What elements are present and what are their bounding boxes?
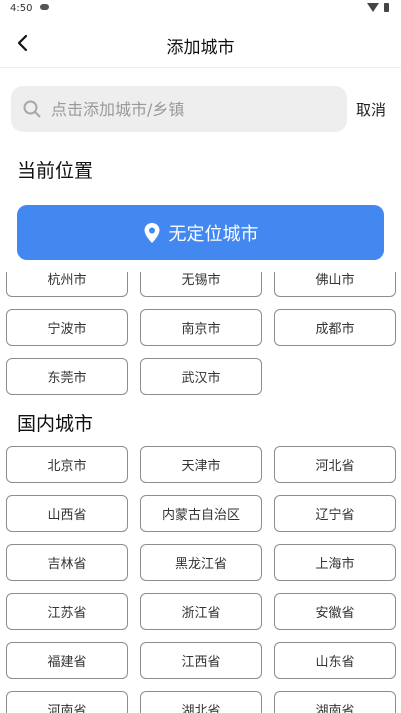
domestic-city-button[interactable]: 江苏省 <box>6 593 128 630</box>
domestic-city-button[interactable]: 天津市 <box>140 446 262 483</box>
domestic-city-button[interactable]: 上海市 <box>274 544 396 581</box>
domestic-city-button[interactable]: 吉林省 <box>6 544 128 581</box>
hot-city-button[interactable]: 成都市 <box>274 309 396 346</box>
domestic-cities-title: 国内城市 <box>17 413 94 435</box>
page-title: 添加城市 <box>166 38 235 58</box>
domestic-city-button[interactable]: 辽宁省 <box>274 495 396 532</box>
domestic-city-button[interactable]: 山西省 <box>6 495 128 532</box>
domestic-city-button[interactable]: 山东省 <box>274 642 396 679</box>
domestic-city-button[interactable]: 江西省 <box>140 642 262 679</box>
search-box[interactable] <box>11 86 347 132</box>
search-row: 取消 <box>0 86 401 132</box>
domestic-city-button[interactable]: 内蒙古自治区 <box>140 495 262 532</box>
locate-button-label: 无定位城市 <box>168 223 259 245</box>
hot-city-button[interactable]: 东莞市 <box>6 358 128 395</box>
hot-city-button[interactable]: 佛山市 <box>274 272 396 297</box>
domestic-cities-area: 北京市 天津市 河北省山西省 内蒙古自治区 辽宁省吉林省 黑龙江省 上海市江苏省 浙江省 安徽省… <box>0 446 401 713</box>
hot-cities-area: 杭州市 无锡市 佛山市宁波市 南京市 成都市东莞市 武汉市 <box>0 272 401 398</box>
search-icon <box>23 100 41 118</box>
domestic-city-button[interactable]: 河北省 <box>274 446 396 483</box>
domestic-city-button[interactable]: 湖南省 <box>274 691 396 713</box>
current-location-title: 当前位置 <box>17 160 94 182</box>
location-pin-icon <box>144 222 159 243</box>
domestic-city-button[interactable]: 福建省 <box>6 642 128 679</box>
hot-city-button[interactable]: 武汉市 <box>140 358 262 395</box>
hot-city-button[interactable]: 南京市 <box>140 309 262 346</box>
domestic-city-button[interactable]: 河南省 <box>6 691 128 713</box>
locate-city-button[interactable]: 无定位城市 <box>17 205 384 260</box>
hot-cities-grid: 杭州市 无锡市 佛山市宁波市 南京市 成都市东莞市 武汉市 <box>0 272 401 395</box>
status-bar: 4:50 <box>0 0 401 18</box>
hot-city-button[interactable]: 无锡市 <box>140 272 262 297</box>
cancel-button[interactable]: 取消 <box>356 99 386 120</box>
wifi-icon <box>367 3 379 12</box>
domestic-city-button[interactable]: 北京市 <box>6 446 128 483</box>
domestic-city-button[interactable]: 安徽省 <box>274 593 396 630</box>
search-input[interactable] <box>51 86 341 132</box>
domestic-city-button[interactable]: 浙江省 <box>140 593 262 630</box>
hot-city-button[interactable]: 杭州市 <box>6 272 128 297</box>
battery-icon <box>384 3 389 12</box>
hot-city-button[interactable]: 宁波市 <box>6 309 128 346</box>
domestic-cities-grid: 北京市 天津市 河北省山西省 内蒙古自治区 辽宁省吉林省 黑龙江省 上海市江苏省 浙江省 安徽省… <box>0 446 401 713</box>
title-bar: 添加城市 <box>0 18 401 68</box>
domestic-city-button[interactable]: 湖北省 <box>140 691 262 713</box>
domestic-city-button[interactable]: 黑龙江省 <box>140 544 262 581</box>
status-time: 4:50 <box>10 3 33 14</box>
cloud-icon <box>40 4 49 10</box>
